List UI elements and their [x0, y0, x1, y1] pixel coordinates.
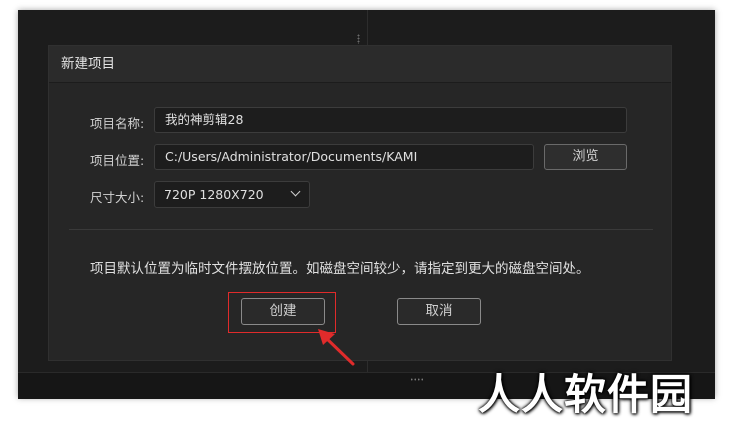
- project-name-label: 项目名称:: [90, 116, 145, 131]
- project-name-input[interactable]: 我的神剪辑28: [154, 107, 627, 133]
- create-button[interactable]: 创建: [241, 298, 325, 325]
- size-select[interactable]: 720P 1280X720: [154, 181, 310, 208]
- resize-handle-top[interactable]: [357, 34, 360, 44]
- pane-divider-lower: [367, 360, 368, 372]
- watermark-logo: 人人软件园: [478, 370, 694, 419]
- chevron-down-icon: [290, 186, 301, 197]
- project-location-label: 项目位置:: [90, 153, 145, 168]
- pane-divider: [367, 10, 368, 46]
- new-project-dialog: 新建项目 项目名称: 我的神剪辑28 项目位置: C:/Users/Admini…: [48, 45, 672, 361]
- browse-button[interactable]: 浏览: [544, 144, 627, 170]
- project-location-input[interactable]: C:/Users/Administrator/Documents/KAMI: [154, 144, 534, 170]
- red-arrow-icon: [318, 329, 355, 366]
- size-select-value: 720P 1280X720: [164, 187, 264, 202]
- location-notice: 项目默认位置为临时文件摆放位置。如磁盘空间较少，请指定到更大的磁盘空间处。: [90, 261, 590, 277]
- dialog-title: 新建项目: [49, 46, 671, 83]
- cancel-button[interactable]: 取消: [397, 298, 481, 325]
- divider: [69, 229, 653, 230]
- resize-handle-bottom[interactable]: [410, 378, 424, 381]
- size-label: 尺寸大小:: [90, 190, 145, 205]
